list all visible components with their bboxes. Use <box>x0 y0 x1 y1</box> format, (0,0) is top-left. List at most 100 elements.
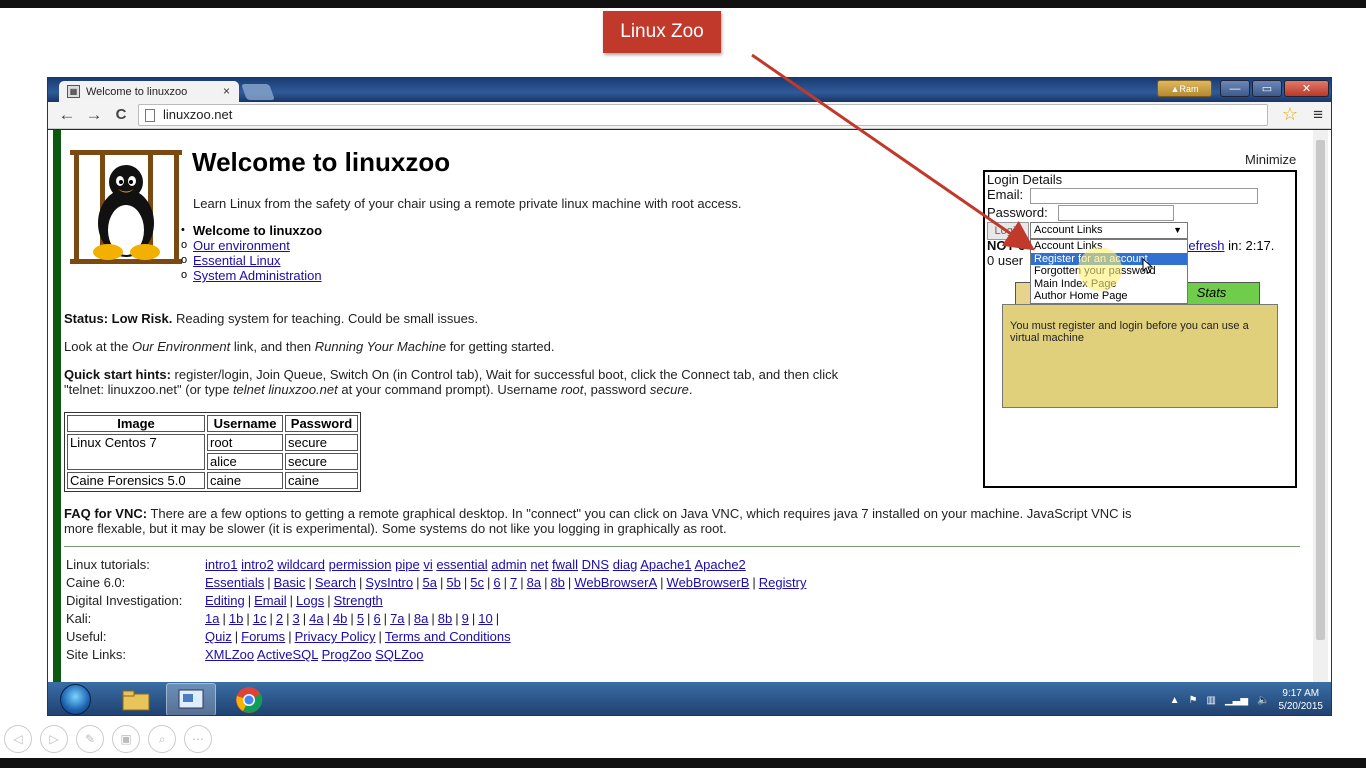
link-item[interactable]: 9 <box>462 611 469 626</box>
link-separator: | <box>416 575 420 590</box>
link-item[interactable]: permission <box>329 557 392 572</box>
back-icon[interactable]: ← <box>56 105 78 125</box>
nav-item-our-environment[interactable]: o Our environment <box>181 238 322 253</box>
table-cell: secure <box>285 453 358 470</box>
link-item[interactable]: 10 <box>478 611 492 626</box>
link-item[interactable]: Essentials <box>205 575 264 590</box>
link-item[interactable]: 8a <box>414 611 428 626</box>
link-item[interactable]: Forums <box>241 629 285 644</box>
link-item[interactable]: 1b <box>229 611 243 626</box>
link-item[interactable]: WebBrowserB <box>667 575 750 590</box>
link-item[interactable]: essential <box>436 557 487 572</box>
minimize-window-button[interactable]: — <box>1220 80 1250 97</box>
link-item[interactable]: 5a <box>423 575 437 590</box>
clock[interactable]: 9:17 AM 5/20/2015 <box>1279 687 1324 713</box>
link-item[interactable]: SQLZoo <box>375 647 423 662</box>
link-item[interactable]: 4b <box>333 611 347 626</box>
link-item[interactable]: 4a <box>309 611 323 626</box>
presentation-app-icon[interactable] <box>166 683 216 715</box>
scrollbar-thumb[interactable] <box>1316 140 1325 640</box>
show-hidden-icons-icon[interactable]: ▲ <box>1170 695 1180 706</box>
link-item[interactable]: Privacy Policy <box>295 629 376 644</box>
link-item[interactable]: 6 <box>373 611 380 626</box>
minimize-link[interactable]: Minimize <box>1245 152 1296 167</box>
flag-icon[interactable]: ⚑ <box>1189 695 1198 706</box>
bookmark-star-icon[interactable]: ☆ <box>1282 104 1298 125</box>
link-item[interactable]: Logs <box>296 593 324 608</box>
maximize-window-button[interactable]: ▭ <box>1252 80 1282 97</box>
link-item[interactable]: ProgZoo <box>322 647 372 662</box>
link-item[interactable]: SysIntro <box>365 575 413 590</box>
password-field[interactable] <box>1058 205 1174 221</box>
account-links-select[interactable]: Account Links ▼ <box>1030 222 1188 239</box>
link-item[interactable]: Terms and Conditions <box>385 629 511 644</box>
link-item[interactable]: 1c <box>253 611 267 626</box>
volume-icon[interactable]: 🔈 <box>1257 695 1269 706</box>
file-explorer-icon[interactable] <box>111 683 161 715</box>
link-item[interactable]: Apache1 <box>640 557 691 572</box>
address-bar[interactable]: linuxzoo.net <box>138 104 1268 126</box>
link-item[interactable]: vi <box>423 557 432 572</box>
link-item[interactable]: 3 <box>292 611 299 626</box>
link-item[interactable]: Strength <box>334 593 383 608</box>
link-item[interactable]: wildcard <box>277 557 325 572</box>
top-letterbox <box>0 0 1366 8</box>
link-item[interactable]: Quiz <box>205 629 232 644</box>
tab-close-icon[interactable]: × <box>223 84 230 98</box>
link-item[interactable]: fwall <box>552 557 578 572</box>
link-item[interactable]: 7a <box>390 611 404 626</box>
signal-icon[interactable]: ▁▃▅ <box>1225 695 1248 706</box>
link-item[interactable]: Basic <box>274 575 306 590</box>
link-item[interactable]: 6 <box>493 575 500 590</box>
link-item[interactable]: 5 <box>357 611 364 626</box>
link-item[interactable]: 2 <box>276 611 283 626</box>
network-icon[interactable]: ▥ <box>1207 695 1216 706</box>
link-item[interactable]: WebBrowserA <box>574 575 657 590</box>
link-separator: | <box>503 575 507 590</box>
link-item[interactable]: diag <box>613 557 638 572</box>
page-title: Welcome to linuxzoo <box>192 147 451 177</box>
more-options-icon[interactable]: ⋯ <box>184 725 212 753</box>
link-item[interactable]: 5b <box>446 575 460 590</box>
chrome-icon[interactable] <box>224 683 274 715</box>
dropdown-option[interactable]: Author Home Page <box>1031 290 1187 303</box>
link-item[interactable]: Registry <box>759 575 807 590</box>
link-item[interactable]: intro1 <box>205 557 238 572</box>
forward-icon[interactable]: → <box>83 105 105 125</box>
nav-item-essential-linux[interactable]: o Essential Linux <box>181 253 322 268</box>
zoom-icon[interactable]: ⌕ <box>148 725 176 753</box>
link-row: Digital Investigation: Editing | Email | Logs… <box>66 592 806 610</box>
new-tab-button[interactable] <box>241 84 275 100</box>
link-item[interactable]: Apache2 <box>694 557 745 572</box>
link-item[interactable]: Email <box>254 593 287 608</box>
link-item[interactable]: net <box>530 557 548 572</box>
pen-icon[interactable]: ✎ <box>76 725 104 753</box>
previous-slide-icon[interactable]: ◁ <box>4 725 32 753</box>
link-item[interactable]: Search <box>315 575 356 590</box>
reload-icon[interactable]: C <box>110 105 132 125</box>
email-field[interactable] <box>1030 188 1258 204</box>
browser-tab[interactable]: ▦ Welcome to linuxzoo × <box>59 81 239 102</box>
link-item[interactable]: XMLZoo <box>205 647 254 662</box>
link-item[interactable]: 8b <box>550 575 564 590</box>
close-window-button[interactable]: ✕ <box>1284 80 1329 97</box>
link-item[interactable]: ActiveSQL <box>257 647 318 662</box>
link-separator: | <box>326 611 330 626</box>
page-scrollbar[interactable] <box>1313 130 1328 682</box>
link-item[interactable]: DNS <box>582 557 609 572</box>
link-item[interactable]: 7 <box>510 575 517 590</box>
next-slide-icon[interactable]: ▷ <box>40 725 68 753</box>
start-button[interactable] <box>60 684 91 715</box>
browser-menu-icon[interactable]: ≡ <box>1313 105 1323 125</box>
slides-grid-icon[interactable]: ▣ <box>112 725 140 753</box>
nav-item-system-administration[interactable]: o System Administration <box>181 268 322 283</box>
link-item[interactable]: intro2 <box>241 557 274 572</box>
link-item[interactable]: pipe <box>395 557 420 572</box>
link-item[interactable]: Editing <box>205 593 245 608</box>
link-item[interactable]: 1a <box>205 611 219 626</box>
link-item[interactable]: 8a <box>527 575 541 590</box>
link-item[interactable]: 5c <box>470 575 484 590</box>
link-item[interactable]: admin <box>491 557 526 572</box>
link-item[interactable]: 8b <box>438 611 452 626</box>
user-profile-button[interactable]: ▲ Ram <box>1157 80 1212 97</box>
